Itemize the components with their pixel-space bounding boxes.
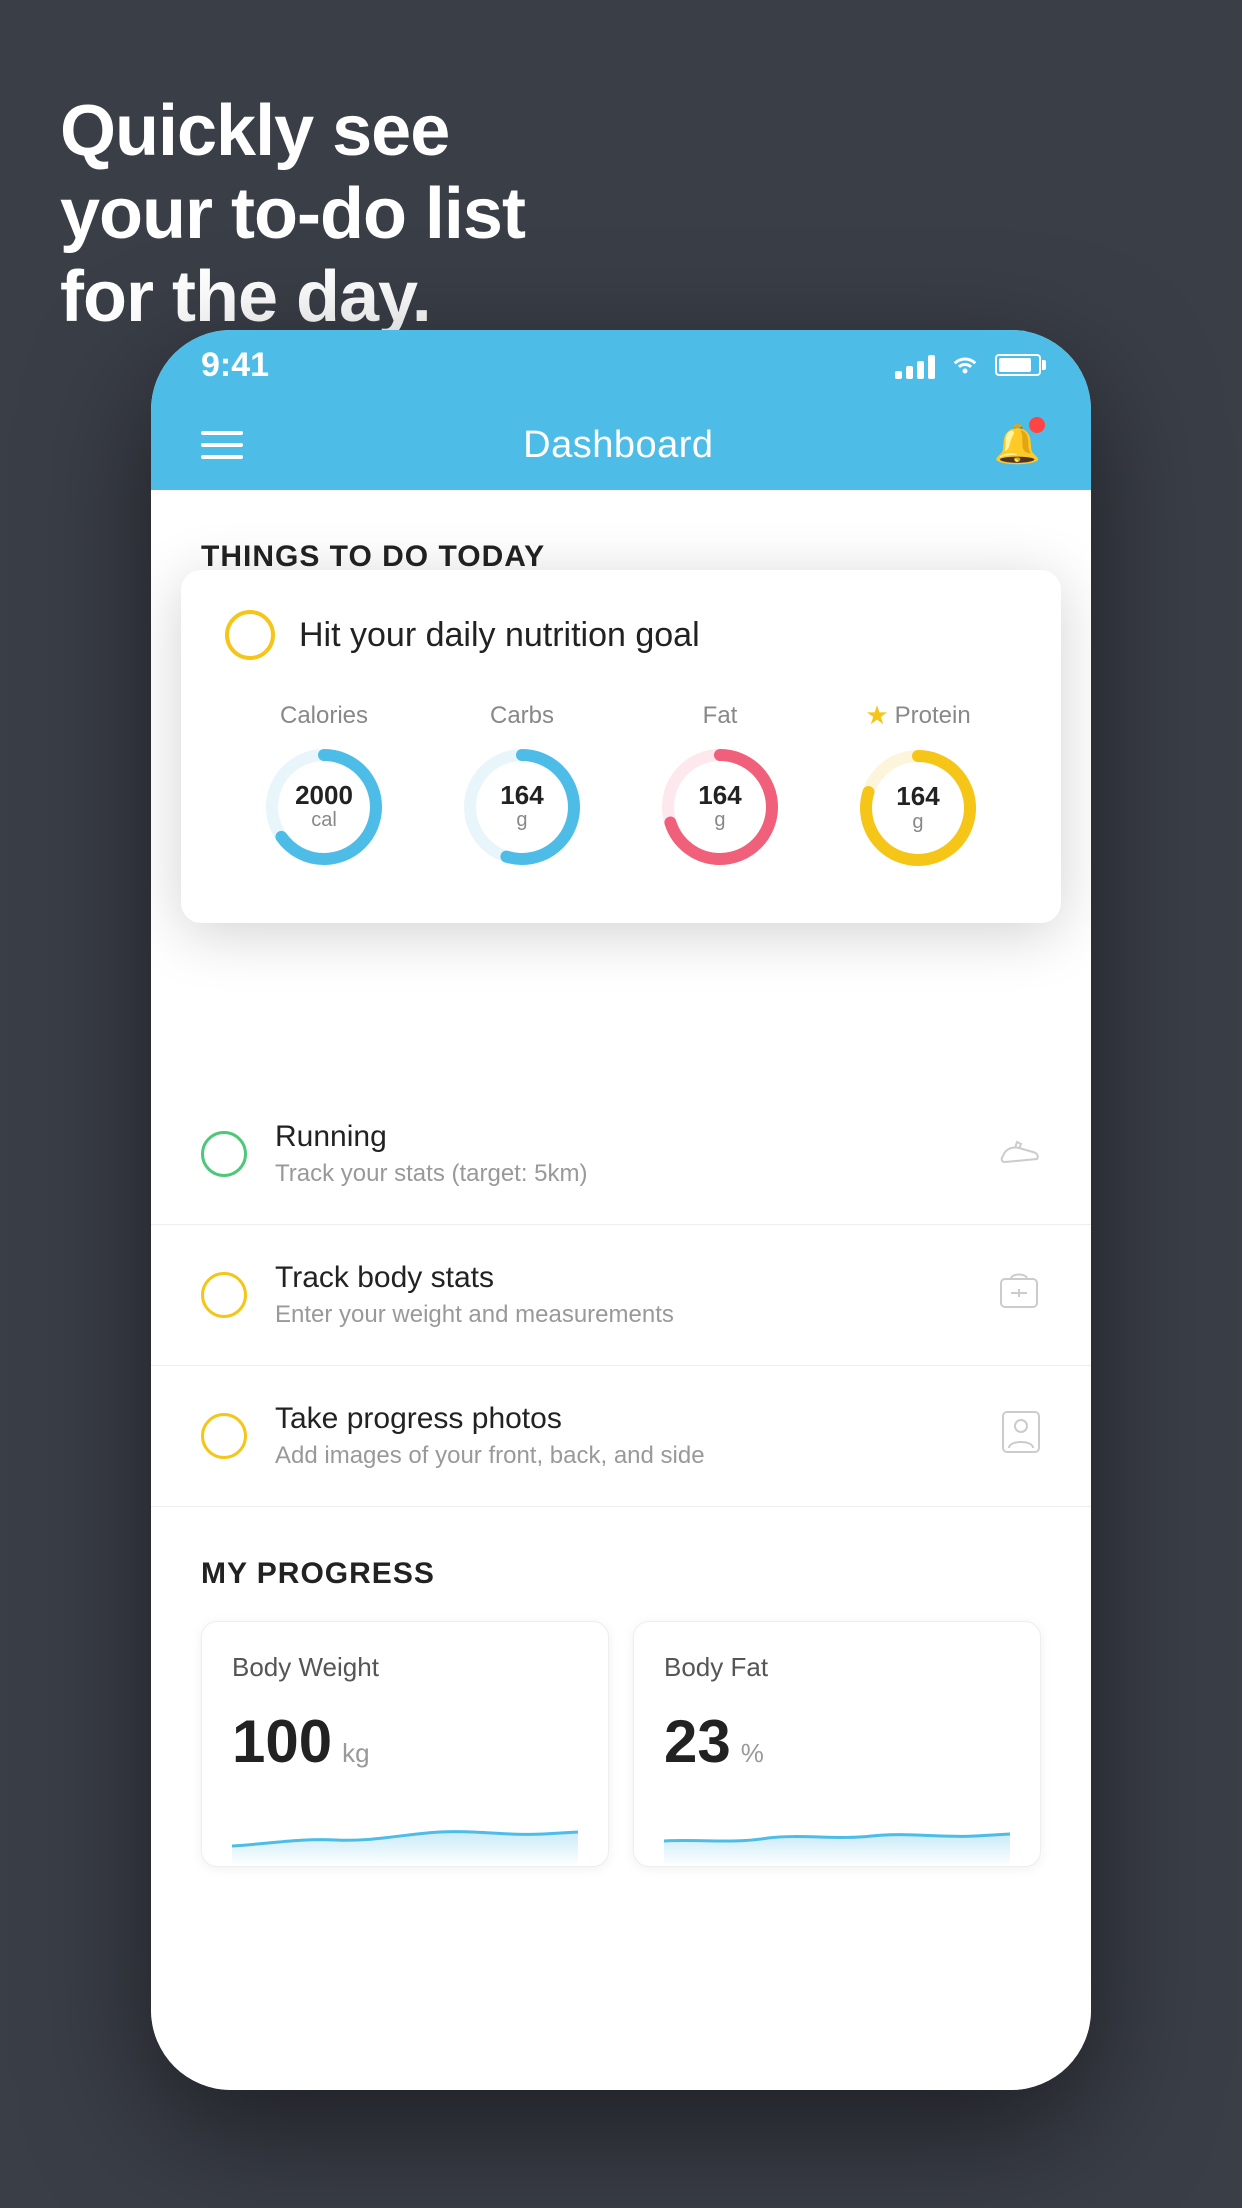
- nav-bar: Dashboard 🔔: [151, 400, 1091, 490]
- photos-subtitle: Add images of your front, back, and side: [275, 1442, 1001, 1470]
- wifi-icon: [949, 349, 981, 381]
- todo-list: Running Track your stats (target: 5km) T…: [151, 1084, 1091, 1507]
- body-weight-card[interactable]: Body Weight 100 kg: [201, 1621, 609, 1867]
- card-title-row: Hit your daily nutrition goal: [225, 610, 1017, 660]
- body-fat-card[interactable]: Body Fat 23 %: [633, 1621, 1041, 1867]
- nutrition-checkbox[interactable]: [225, 610, 275, 660]
- status-time: 9:41: [201, 346, 269, 385]
- body-stats-subtitle: Enter your weight and measurements: [275, 1301, 997, 1329]
- macro-protein-label: ★ Protein: [865, 700, 970, 731]
- macro-protein: ★ Protein 164 g: [853, 700, 983, 873]
- todo-item-running[interactable]: Running Track your stats (target: 5km): [151, 1084, 1091, 1225]
- protein-unit: g: [896, 811, 939, 834]
- carbs-unit: g: [500, 809, 543, 832]
- shoe-icon: [997, 1132, 1041, 1177]
- body-weight-unit: kg: [342, 1738, 369, 1769]
- fat-donut: 164 g: [655, 742, 785, 872]
- notification-bell-icon[interactable]: 🔔: [994, 423, 1041, 467]
- protein-donut: 164 g: [853, 743, 983, 873]
- macro-carbs-label: Carbs: [490, 702, 554, 730]
- battery-icon: [995, 354, 1041, 376]
- status-icons: [895, 349, 1041, 381]
- macros-row: Calories 2000 cal Carbs: [225, 700, 1017, 873]
- phone-content: THINGS TO DO TODAY Hit your daily nutrit…: [151, 490, 1091, 2090]
- macro-fat-label: Fat: [703, 702, 738, 730]
- macro-calories-label: Calories: [280, 702, 368, 730]
- headline: Quickly see your to-do list for the day.: [60, 90, 525, 338]
- photos-checkbox[interactable]: [201, 1413, 247, 1459]
- photos-title: Take progress photos: [275, 1402, 1001, 1436]
- running-title: Running: [275, 1120, 997, 1154]
- headline-line2: your to-do list: [60, 173, 525, 256]
- progress-section: MY PROGRESS Body Weight 100 kg: [151, 1507, 1091, 1897]
- headline-line3: for the day.: [60, 256, 525, 339]
- body-fat-value-row: 23 %: [664, 1707, 1010, 1776]
- body-fat-number: 23: [664, 1707, 731, 1776]
- body-weight-card-title: Body Weight: [232, 1652, 578, 1683]
- body-weight-number: 100: [232, 1707, 332, 1776]
- calories-value: 2000: [295, 781, 353, 810]
- protein-value: 164: [896, 782, 939, 811]
- body-fat-chart: [664, 1796, 1010, 1866]
- progress-title: MY PROGRESS: [201, 1557, 1041, 1591]
- macro-calories: Calories 2000 cal: [259, 702, 389, 872]
- nutrition-card-title: Hit your daily nutrition goal: [299, 616, 700, 655]
- calories-unit: cal: [295, 809, 353, 832]
- body-weight-chart: [232, 1796, 578, 1866]
- running-subtitle: Track your stats (target: 5km): [275, 1160, 997, 1188]
- star-icon: ★: [865, 700, 888, 731]
- body-fat-card-title: Body Fat: [664, 1652, 1010, 1683]
- carbs-value: 164: [500, 781, 543, 810]
- headline-line1: Quickly see: [60, 90, 525, 173]
- nutrition-card: Hit your daily nutrition goal Calories 2…: [181, 570, 1061, 923]
- nav-title: Dashboard: [523, 424, 713, 467]
- body-weight-value-row: 100 kg: [232, 1707, 578, 1776]
- macro-carbs: Carbs 164 g: [457, 702, 587, 872]
- person-icon: [1001, 1410, 1041, 1463]
- status-bar: 9:41: [151, 330, 1091, 400]
- menu-icon[interactable]: [201, 431, 243, 459]
- todo-item-body-stats[interactable]: Track body stats Enter your weight and m…: [151, 1225, 1091, 1366]
- macro-fat: Fat 164 g: [655, 702, 785, 872]
- phone-frame: 9:41 Dashboard 🔔: [151, 330, 1091, 2090]
- fat-value: 164: [698, 781, 741, 810]
- todo-item-photos[interactable]: Take progress photos Add images of your …: [151, 1366, 1091, 1507]
- body-fat-unit: %: [741, 1738, 764, 1769]
- body-stats-checkbox[interactable]: [201, 1272, 247, 1318]
- signal-icon: [895, 351, 935, 379]
- calories-donut: 2000 cal: [259, 742, 389, 872]
- notification-dot: [1029, 417, 1045, 433]
- body-stats-title: Track body stats: [275, 1261, 997, 1295]
- progress-cards: Body Weight 100 kg: [201, 1621, 1041, 1867]
- running-checkbox[interactable]: [201, 1131, 247, 1177]
- scale-icon: [997, 1269, 1041, 1322]
- fat-unit: g: [698, 809, 741, 832]
- carbs-donut: 164 g: [457, 742, 587, 872]
